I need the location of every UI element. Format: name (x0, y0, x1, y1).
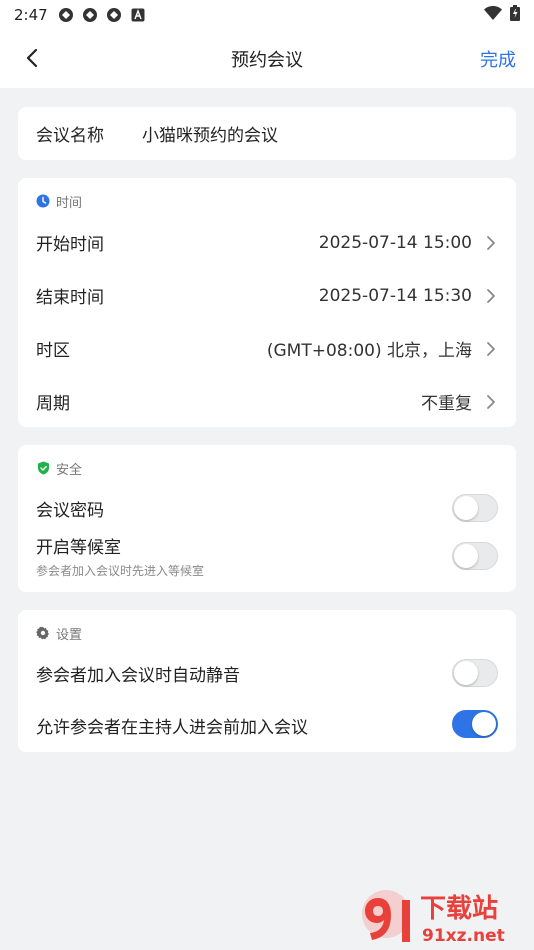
timezone-value: (GMT+08:00) 北京，上海 (266, 341, 472, 361)
watermark-brand: 下载站 (420, 894, 498, 924)
nav-bar: 预约会议 完成 (0, 30, 534, 88)
end-time-value: 2025-07-14 15:30 (318, 285, 472, 306)
status-bar: 2:47 (0, 0, 534, 30)
join-before-host-label: 允许参会者在主持人进会前加入会议 (36, 717, 308, 738)
start-time-row[interactable]: 开始时间 2025-07-14 15:00 (18, 216, 516, 269)
chevron-right-icon (486, 341, 498, 357)
settings-section-header: 设置 (18, 610, 516, 648)
font-a-icon (130, 7, 146, 23)
timezone-row[interactable]: 时区 (GMT+08:00) 北京，上海 (18, 322, 516, 375)
watermark-logo: 下载站 91xz.net (358, 884, 526, 946)
end-time-value-wrap: 2025-07-14 15:30 (319, 286, 498, 306)
battery-icon (510, 5, 520, 25)
time-section-header: 时间 (18, 178, 516, 216)
waiting-room-text: 开启等候室 参会者加入会议时先进入等候室 (36, 533, 204, 579)
waiting-room-sublabel: 参会者加入会议时先进入等候室 (36, 564, 205, 578)
settings-card: 设置 参会者加入会议时自动静音 允许参会者在主持人进会前加入会议 (18, 610, 516, 752)
notification-icon (106, 7, 122, 23)
time-card: 时间 开始时间 2025-07-14 15:00 结束时间 2025-07-14… (18, 178, 516, 427)
notification-icon (58, 7, 74, 23)
security-section-header: 安全 (18, 445, 516, 483)
chevron-right-icon (486, 394, 498, 410)
password-toggle[interactable] (452, 494, 498, 522)
timezone-value-wrap: (GMT+08:00) 北京，上海 (267, 336, 498, 361)
timezone-label: 时区 (36, 341, 70, 361)
waiting-room-label: 开启等候室 (36, 538, 121, 558)
shield-check-icon (36, 461, 50, 475)
waiting-room-row: 开启等候室 参会者加入会议时先进入等候室 (18, 533, 516, 589)
start-time-value: 2025-07-14 15:00 (318, 232, 472, 253)
recurrence-value: 不重复 (421, 394, 472, 414)
join-before-host-toggle[interactable] (452, 710, 498, 738)
watermark-site: 91xz.net (422, 926, 505, 946)
back-button[interactable] (18, 44, 46, 72)
time-section-title: 时间 (56, 195, 83, 211)
notification-icon (82, 7, 98, 23)
clock-icon (36, 194, 50, 208)
chevron-right-icon (486, 235, 498, 251)
page-title: 预约会议 (231, 50, 303, 71)
toggle-knob (454, 544, 478, 568)
gear-icon (36, 626, 50, 640)
auto-mute-row: 参会者加入会议时自动静音 (18, 648, 516, 698)
security-section-title: 安全 (56, 462, 83, 478)
done-button[interactable]: 完成 (480, 46, 516, 72)
recurrence-value-wrap: 不重复 (421, 389, 498, 414)
join-before-host-row: 允许参会者在主持人进会前加入会议 (18, 698, 516, 752)
status-time: 2:47 (14, 6, 48, 24)
meeting-name-label: 会议名称 (36, 126, 104, 146)
chevron-left-icon (26, 48, 38, 68)
end-time-row[interactable]: 结束时间 2025-07-14 15:30 (18, 269, 516, 322)
security-card: 安全 会议密码 开启等候室 参会者加入会议时先进入等候室 (18, 445, 516, 592)
waiting-room-toggle[interactable] (452, 542, 498, 570)
wifi-icon (484, 6, 502, 24)
password-row: 会议密码 (18, 483, 516, 533)
meeting-name-card: 会议名称 小猫咪预约的会议 (18, 107, 516, 160)
password-label: 会议密码 (36, 500, 104, 521)
toggle-knob (472, 712, 496, 736)
chevron-right-icon (486, 288, 498, 304)
auto-mute-toggle[interactable] (452, 659, 498, 687)
start-time-value-wrap: 2025-07-14 15:00 (319, 233, 498, 253)
toggle-knob (454, 661, 478, 685)
toggle-knob (454, 496, 478, 520)
meeting-name-row: 会议名称 小猫咪预约的会议 (18, 107, 516, 160)
end-time-label: 结束时间 (36, 288, 104, 308)
recurrence-row[interactable]: 周期 不重复 (18, 375, 516, 428)
start-time-label: 开始时间 (36, 235, 104, 255)
settings-section-title: 设置 (56, 627, 83, 643)
screen: 2:47 预约会议 完成 会议名称 小猫咪预约的会议 时间 开始时间 2025-… (0, 0, 534, 950)
status-right (484, 5, 520, 25)
meeting-name-input[interactable]: 小猫咪预约的会议 (142, 121, 278, 146)
recurrence-label: 周期 (36, 394, 70, 414)
auto-mute-label: 参会者加入会议时自动静音 (36, 665, 240, 686)
